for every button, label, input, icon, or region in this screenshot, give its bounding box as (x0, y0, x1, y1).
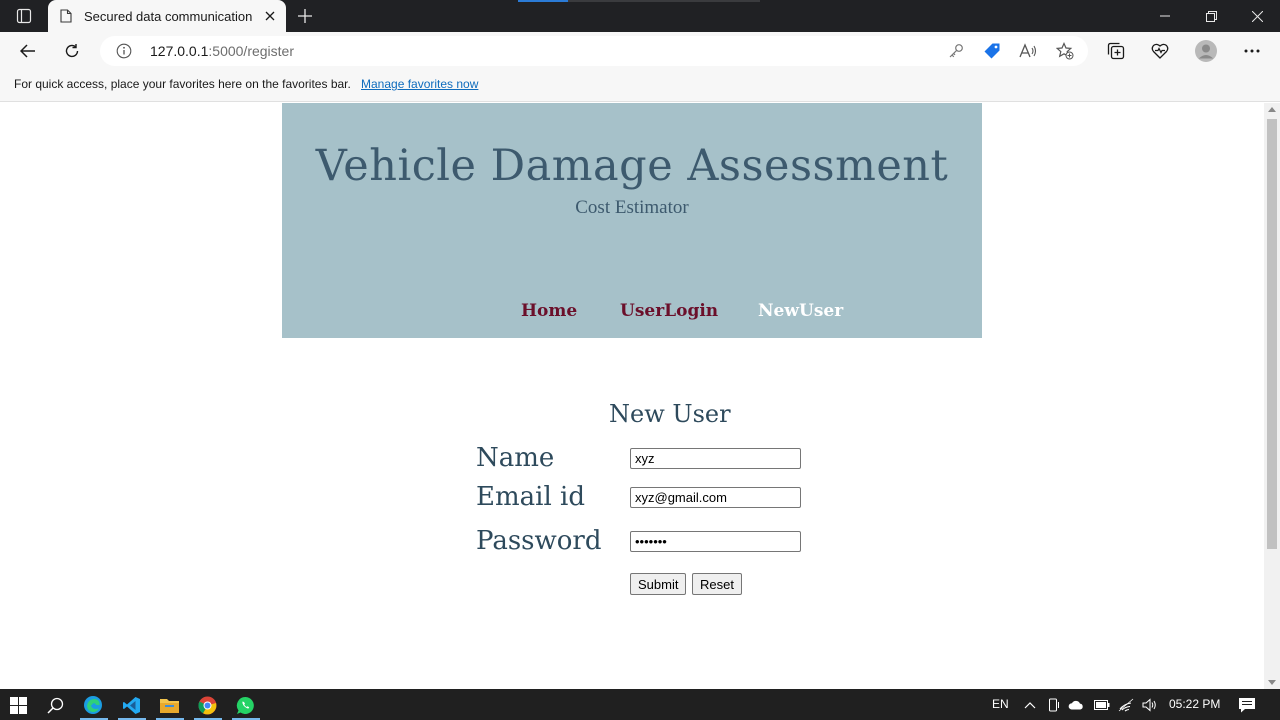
url-text[interactable]: 127.0.0.1:5000/register (150, 43, 294, 59)
wifi-icon[interactable] (1118, 697, 1134, 713)
back-arrow-icon (20, 44, 35, 58)
tab-actions-icon (16, 8, 32, 24)
search-icon (46, 697, 63, 714)
volume-icon[interactable] (1142, 697, 1158, 713)
windows-logo-icon (9, 696, 27, 714)
browser-title-bar: Secured data communication (0, 0, 1280, 32)
name-input[interactable] (630, 448, 801, 469)
taskbar-edge[interactable] (81, 693, 105, 717)
site-subtitle: Cost Estimator (575, 197, 689, 218)
folder-icon (159, 698, 179, 713)
refresh-button[interactable] (58, 39, 86, 63)
settings-more-button[interactable] (1240, 39, 1264, 63)
collections-button[interactable] (1104, 39, 1128, 63)
nav-home[interactable]: Home (521, 301, 577, 321)
new-tab-button[interactable] (294, 4, 316, 28)
whatsapp-icon (236, 696, 254, 714)
loading-indicator (518, 0, 568, 2)
minimize-button[interactable] (1142, 0, 1188, 32)
back-button[interactable] (14, 39, 42, 63)
read-aloud-icon[interactable] (1018, 41, 1038, 61)
address-bar[interactable]: 127.0.0.1:5000/register (100, 36, 1088, 66)
tab-close-icon[interactable] (262, 8, 278, 24)
key-icon[interactable] (946, 41, 966, 61)
site-info-icon[interactable] (116, 43, 132, 59)
meet-now-icon[interactable] (1046, 697, 1062, 713)
collections-icon (1107, 42, 1125, 60)
onedrive-icon[interactable] (1068, 697, 1084, 713)
favorites-bar: For quick access, place your favorites h… (0, 70, 1280, 102)
url-path: :5000/register (208, 43, 294, 59)
url-host: 127.0.0.1 (150, 43, 209, 59)
scroll-up-icon[interactable] (1268, 107, 1276, 112)
browser-essentials-button[interactable] (1148, 39, 1172, 63)
restore-icon (1205, 10, 1217, 22)
notifications-icon[interactable] (1238, 697, 1256, 713)
window-controls (1142, 0, 1280, 32)
clock[interactable]: 05:22 PM (1169, 697, 1220, 711)
page-icon (58, 8, 74, 24)
scroll-thumb[interactable] (1267, 119, 1277, 549)
tab-title: Secured data communication (84, 8, 253, 24)
plus-icon (298, 9, 312, 23)
windows-taskbar: EN 05:22 PM (0, 689, 1280, 720)
shopping-tag-icon[interactable] (982, 41, 1002, 61)
favorites-hint: For quick access, place your favorites h… (14, 77, 351, 91)
close-icon (1251, 10, 1263, 22)
scroll-down-icon[interactable] (1268, 680, 1276, 685)
battery-icon[interactable] (1094, 697, 1110, 713)
close-window-button[interactable] (1234, 0, 1280, 32)
refresh-icon (65, 44, 79, 58)
nav-new-user[interactable]: NewUser (758, 301, 843, 321)
manage-favorites-link[interactable]: Manage favorites now (361, 77, 478, 91)
nav-user-login[interactable]: UserLogin (620, 301, 718, 321)
heart-pulse-icon (1151, 43, 1169, 59)
vscode-icon (122, 696, 140, 714)
email-label: Email id (476, 482, 585, 512)
edge-icon (84, 696, 102, 714)
tab-actions-button[interactable] (8, 4, 40, 28)
start-button[interactable] (6, 693, 30, 717)
search-button[interactable] (43, 693, 67, 717)
language-indicator[interactable]: EN (992, 697, 1009, 711)
avatar-icon (1195, 40, 1217, 62)
page-scrollbar[interactable] (1264, 103, 1280, 689)
taskbar-file-explorer[interactable] (157, 693, 181, 717)
restore-button[interactable] (1188, 0, 1234, 32)
taskbar-whatsapp[interactable] (233, 693, 257, 717)
chrome-icon (197, 696, 216, 714)
site-header: Vehicle Damage Assessment Cost Estimator… (282, 103, 982, 338)
profile-button[interactable] (1194, 39, 1218, 63)
more-icon (1244, 49, 1260, 53)
form-heading: New User (609, 400, 731, 428)
taskbar-vscode[interactable] (119, 693, 143, 717)
minimize-icon (1160, 15, 1170, 17)
page-viewport: Vehicle Damage Assessment Cost Estimator… (0, 103, 1264, 689)
site-nav: Home UserLogin NewUser (282, 301, 982, 325)
reset-button[interactable]: Reset (692, 573, 742, 595)
loading-track (568, 0, 760, 2)
submit-button[interactable]: Submit (630, 573, 687, 595)
password-label: Password (476, 526, 602, 556)
browser-toolbar: 127.0.0.1:5000/register (0, 32, 1280, 70)
add-favorite-icon[interactable] (1055, 41, 1075, 61)
show-hidden-icons-icon[interactable] (1022, 697, 1038, 713)
password-input[interactable] (630, 531, 801, 552)
taskbar-chrome[interactable] (195, 693, 219, 717)
email-input[interactable] (630, 487, 801, 508)
name-label: Name (476, 443, 555, 473)
browser-tab[interactable]: Secured data communication (48, 0, 286, 32)
site-title: Vehicle Damage Assessment (315, 141, 949, 191)
